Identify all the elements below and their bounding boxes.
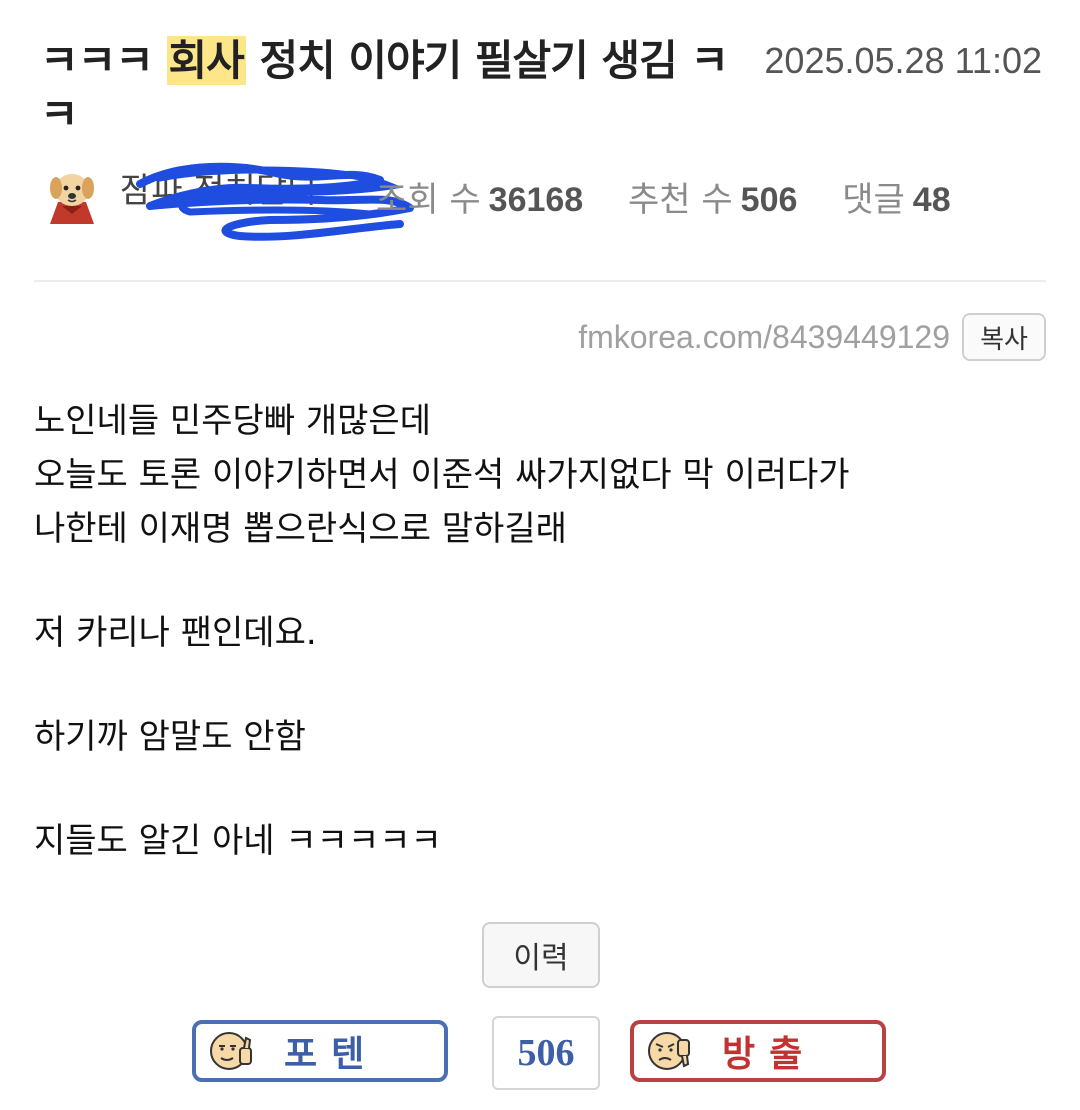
divider [34, 280, 1046, 282]
upvote-button[interactable]: 포텐 [192, 1020, 448, 1082]
thumbs-up-face-icon [210, 1032, 252, 1070]
post-meta: 잠파 정치달다 조회 수 36168 추천 수 506 댓글 48 [40, 158, 1040, 241]
body-line: 하기까 암말도 안함 [34, 717, 306, 757]
body-line: 지들도 알긴 아네 ㅋㅋㅋㅋㅋ [34, 821, 442, 861]
copy-link-button[interactable]: 복사 [962, 313, 1046, 361]
post-title: ㅋㅋㅋ 회사 정치 이야기 필살기 생김 ㅋㅋ [40, 34, 730, 142]
post-body: 노인네들 민주당빠 개많은데 오늘도 토론 이야기하면서 이준석 싸가지없다 막… [34, 394, 850, 868]
redaction-scribble [136, 162, 414, 241]
comments-label: 댓글 [842, 180, 905, 220]
title-prefix: ㅋㅋㅋ [40, 36, 167, 85]
thumbs-down-face-icon [648, 1032, 690, 1070]
downvote-button[interactable]: 방출 [630, 1020, 886, 1082]
post-url[interactable]: fmkorea.com/8439449129 [578, 319, 950, 356]
body-line: 나한테 이재명 뽑으란식으로 말하길래 [34, 509, 567, 549]
post-date: 2025.05.28 11:02 [764, 40, 1042, 81]
body-line: 노인네들 민주당빠 개많은데 [34, 401, 431, 441]
title-highlight: 회사 [166, 36, 246, 85]
post-stats: 조회 수 36168 추천 수 506 댓글 48 [376, 172, 985, 221]
downvote-label: 방출 [722, 1033, 817, 1075]
body-line: 저 카리나 팬인데요. [34, 613, 317, 653]
comments-count: 48 [912, 181, 951, 219]
views-label: 조회 수 [376, 180, 481, 220]
author-nickname-area[interactable]: 잠파 정치달다 [120, 162, 420, 241]
views-count: 36168 [488, 181, 584, 219]
recommend-label: 추천 수 [628, 180, 733, 220]
history-button[interactable]: 이력 [482, 922, 600, 988]
body-line: 오늘도 토론 이야기하면서 이준석 싸가지없다 막 이러다가 [34, 455, 850, 495]
post-link-row: fmkorea.com/8439449129 복사 [578, 312, 1046, 362]
recommend-count: 506 [740, 181, 798, 219]
vote-count: 506 [492, 1016, 600, 1090]
puppy-avatar-icon[interactable] [40, 162, 104, 226]
upvote-label: 포텐 [284, 1033, 379, 1075]
